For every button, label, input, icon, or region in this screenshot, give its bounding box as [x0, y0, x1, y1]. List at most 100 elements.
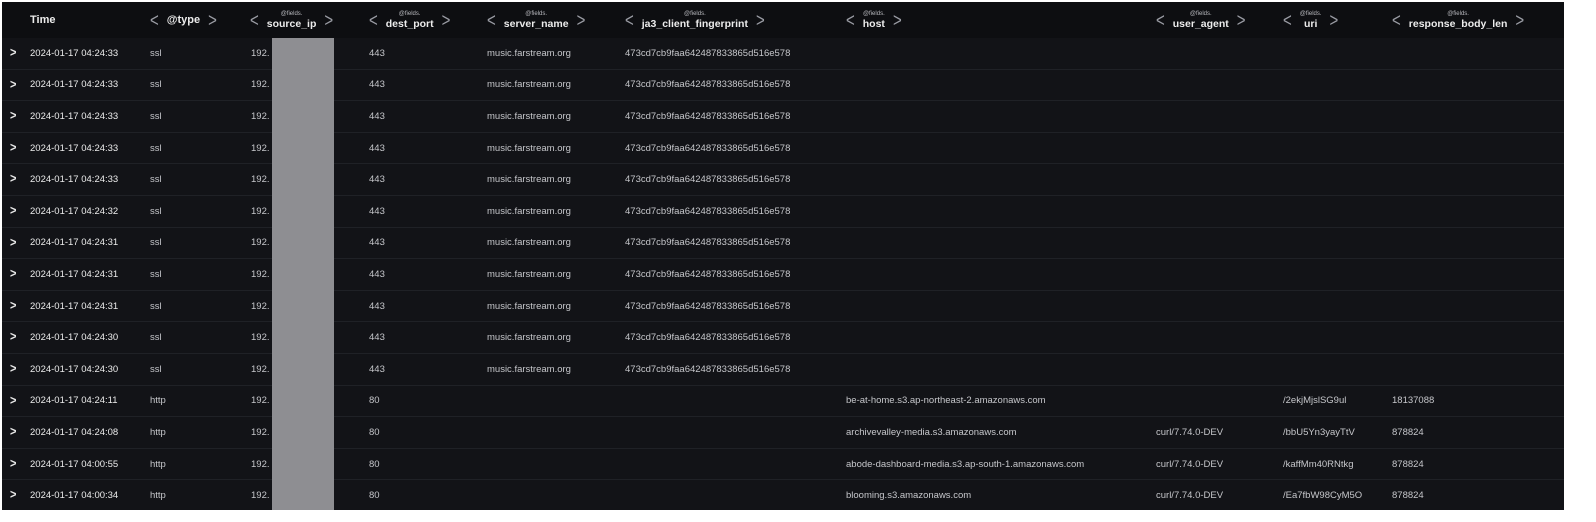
cell-type: ssl: [150, 110, 162, 122]
cell-server-name: music.farstream.org: [487, 332, 571, 344]
column-header-host[interactable]: < @fields. host >: [846, 2, 902, 38]
table-row[interactable]: > 2024-01-17 04:00:55 http 192. 80 abode…: [2, 449, 1564, 481]
redaction-block: [272, 38, 334, 510]
expand-row-chevron-icon[interactable]: >: [10, 478, 16, 510]
cell-dest-port: 80: [369, 458, 380, 470]
cell-user-agent: curl/7.74.0-DEV: [1156, 490, 1224, 502]
cell-server-name: music.farstream.org: [487, 300, 571, 312]
expand-row-chevron-icon[interactable]: >: [10, 130, 16, 165]
column-header-source-ip[interactable]: < @fields. source_ip >: [250, 2, 333, 38]
cell-source-ip: 192.: [251, 79, 270, 91]
chevron-left-icon[interactable]: <: [1156, 10, 1165, 30]
table-row[interactable]: > 2024-01-17 04:24:33 ssl 192. 443 music…: [2, 164, 1564, 196]
column-header-response-body-len[interactable]: < @fields. response_body_len >: [1392, 2, 1524, 38]
column-name: uri: [1303, 17, 1318, 30]
table-row[interactable]: > 2024-01-17 04:24:33 ssl 192. 443 music…: [2, 38, 1564, 70]
cell-response-body-len: 18137088: [1392, 395, 1435, 407]
cell-host: blooming.s3.amazonaws.com: [846, 490, 972, 502]
column-name: user_agent: [1172, 17, 1229, 30]
expand-row-chevron-icon[interactable]: >: [10, 162, 16, 197]
chevron-left-icon[interactable]: <: [487, 10, 496, 30]
cell-ja3: 473cd7cb9faa642487833865d516e578: [625, 332, 791, 344]
column-header-time[interactable]: Time: [30, 2, 55, 38]
chevron-right-icon[interactable]: >: [1237, 10, 1246, 30]
cell-server-name: music.farstream.org: [487, 110, 571, 122]
cell-time: 2024-01-17 04:24:33: [30, 79, 119, 91]
chevron-right-icon[interactable]: >: [1330, 10, 1339, 30]
column-header-server-name[interactable]: < @fields. server_name >: [487, 2, 585, 38]
table-row[interactable]: > 2024-01-17 04:00:34 http 192. 80 bloom…: [2, 480, 1564, 510]
chevron-right-icon[interactable]: >: [893, 10, 902, 30]
cell-source-ip: 192.: [251, 363, 270, 375]
chevron-left-icon[interactable]: <: [625, 10, 634, 30]
chevron-right-icon[interactable]: >: [208, 10, 217, 30]
expand-row-chevron-icon[interactable]: >: [10, 225, 16, 260]
cell-host: archivevalley-media.s3.amazonaws.com: [846, 426, 1017, 438]
expand-row-chevron-icon[interactable]: >: [10, 446, 16, 481]
expand-row-chevron-icon[interactable]: >: [10, 415, 16, 450]
chevron-left-icon[interactable]: <: [1392, 10, 1401, 30]
chevron-left-icon[interactable]: <: [150, 10, 159, 30]
table-row[interactable]: > 2024-01-17 04:24:33 ssl 192. 443 music…: [2, 70, 1564, 102]
expand-row-chevron-icon[interactable]: >: [10, 99, 16, 134]
expand-row-chevron-icon[interactable]: >: [10, 352, 16, 387]
chevron-left-icon[interactable]: <: [846, 10, 855, 30]
column-prefix: @fields.: [398, 10, 421, 17]
column-header-ja3-client-fingerprint[interactable]: < @fields. ja3_client_fingerprint >: [625, 2, 765, 38]
cell-ja3: 473cd7cb9faa642487833865d516e578: [625, 110, 791, 122]
table-row[interactable]: > 2024-01-17 04:24:30 ssl 192. 443 music…: [2, 354, 1564, 386]
column-header-uri[interactable]: < @fields. uri >: [1283, 2, 1338, 38]
chevron-right-icon[interactable]: >: [442, 10, 451, 30]
chevron-right-icon[interactable]: >: [756, 10, 765, 30]
expand-row-chevron-icon[interactable]: >: [10, 383, 16, 418]
cell-type: ssl: [150, 47, 162, 59]
cell-dest-port: 80: [369, 426, 380, 438]
expand-row-chevron-icon[interactable]: >: [10, 288, 16, 323]
column-header-dest-port[interactable]: < @fields. dest_port >: [369, 2, 450, 38]
table-row[interactable]: > 2024-01-17 04:24:11 http 192. 80 be-at…: [2, 386, 1564, 418]
table-row[interactable]: > 2024-01-17 04:24:31 ssl 192. 443 music…: [2, 291, 1564, 323]
column-name: dest_port: [385, 17, 434, 30]
chevron-left-icon[interactable]: <: [1283, 10, 1292, 30]
column-header-type[interactable]: < @type >: [150, 2, 217, 38]
table-row[interactable]: > 2024-01-17 04:24:32 ssl 192. 443 music…: [2, 196, 1564, 228]
cell-dest-port: 443: [369, 174, 385, 186]
expand-row-chevron-icon[interactable]: >: [10, 36, 16, 71]
cell-user-agent: curl/7.74.0-DEV: [1156, 458, 1224, 470]
column-header-user-agent[interactable]: < @fields. user_agent >: [1156, 2, 1246, 38]
cell-time: 2024-01-17 04:24:33: [30, 174, 119, 186]
cell-server-name: music.farstream.org: [487, 268, 571, 280]
column-prefix: @fields.: [525, 10, 548, 17]
expand-row-chevron-icon[interactable]: >: [10, 320, 16, 355]
table-row[interactable]: > 2024-01-17 04:24:31 ssl 192. 443 music…: [2, 228, 1564, 260]
cell-ja3: 473cd7cb9faa642487833865d516e578: [625, 237, 791, 249]
column-prefix: @fields.: [683, 10, 706, 17]
cell-time: 2024-01-17 04:24:31: [30, 300, 119, 312]
cell-ja3: 473cd7cb9faa642487833865d516e578: [625, 268, 791, 280]
table-row[interactable]: > 2024-01-17 04:24:30 ssl 192. 443 music…: [2, 322, 1564, 354]
chevron-right-icon[interactable]: >: [577, 10, 586, 30]
table-row[interactable]: > 2024-01-17 04:24:33 ssl 192. 443 music…: [2, 101, 1564, 133]
table-row[interactable]: > 2024-01-17 04:24:33 ssl 192. 443 music…: [2, 133, 1564, 165]
expand-row-chevron-icon[interactable]: >: [10, 67, 16, 102]
table-row[interactable]: > 2024-01-17 04:24:08 http 192. 80 archi…: [2, 417, 1564, 449]
cell-uri: /2ekjMjslSG9ul: [1283, 395, 1347, 407]
column-name: host: [862, 17, 885, 30]
cell-dest-port: 443: [369, 47, 385, 59]
cell-time: 2024-01-17 04:00:55: [30, 458, 119, 470]
expand-row-chevron-icon[interactable]: >: [10, 194, 16, 229]
chevron-left-icon[interactable]: <: [369, 10, 378, 30]
cell-type: ssl: [150, 142, 162, 154]
cell-dest-port: 443: [369, 237, 385, 249]
cell-ja3: 473cd7cb9faa642487833865d516e578: [625, 363, 791, 375]
cell-source-ip: 192.: [251, 332, 270, 344]
cell-source-ip: 192.: [251, 205, 270, 217]
cell-type: ssl: [150, 237, 162, 249]
expand-row-chevron-icon[interactable]: >: [10, 257, 16, 292]
cell-dest-port: 80: [369, 490, 380, 502]
cell-uri: /kaffMm40RNtkg: [1283, 458, 1354, 470]
chevron-right-icon[interactable]: >: [1515, 10, 1524, 30]
table-row[interactable]: > 2024-01-17 04:24:31 ssl 192. 443 music…: [2, 259, 1564, 291]
chevron-left-icon[interactable]: <: [250, 10, 259, 30]
chevron-right-icon[interactable]: >: [324, 10, 333, 30]
